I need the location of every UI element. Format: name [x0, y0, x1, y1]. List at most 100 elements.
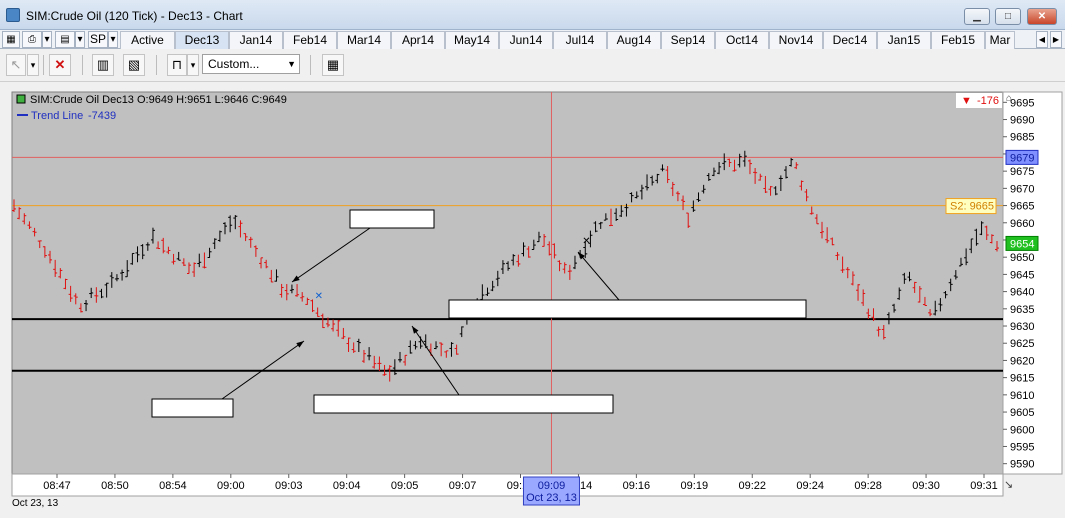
x-tick-label: 09:31 — [970, 480, 998, 492]
trend-line-value: -7439 — [88, 110, 116, 122]
y-tick-label: 9640 — [1010, 287, 1034, 299]
instrument-status-icon — [16, 94, 26, 104]
tab-jan14[interactable]: Jan14 — [229, 31, 283, 49]
x-tick-label: 08:54 — [159, 480, 187, 492]
annotation-box — [349, 209, 435, 229]
remove-drawings-icon[interactable]: ✕ — [49, 54, 71, 76]
buy-marker-icon: ✕ — [315, 291, 323, 302]
chart-style-dropdown[interactable]: Custom... ▼ — [202, 54, 300, 74]
y-tick-label: 9610 — [1010, 390, 1034, 402]
y-tick-label: 9645 — [1010, 269, 1034, 281]
price-chart[interactable]: 9590 9595 9600 9605 9610 9615 9620 9625 9630 9635… — [0, 82, 1065, 518]
x-tick-label: 09:03 — [275, 480, 303, 492]
y-tick-label: 9600 — [1010, 424, 1034, 436]
last-price-value: 9654 — [1010, 238, 1034, 250]
calendar-icon[interactable]: ▦ — [322, 54, 344, 76]
x-tick-label: 09:00 — [217, 480, 245, 492]
tab-oct14[interactable]: Oct14 — [715, 31, 769, 49]
pointer-chevron-icon[interactable]: ▾ — [27, 54, 39, 76]
price-marker-value: 9679 — [1010, 152, 1034, 164]
tab-nov14[interactable]: Nov14 — [769, 31, 823, 49]
y-tick-label: 9675 — [1010, 166, 1034, 178]
data-box-icon[interactable]: ▥ — [92, 54, 114, 76]
y-tick-label: 9625 — [1010, 338, 1034, 350]
window-title: SIM:Crude Oil (120 Tick) - Dec13 - Chart — [26, 9, 243, 23]
x-tick-label: 09:28 — [854, 480, 882, 492]
pnl-value: -176 — [977, 95, 999, 107]
instrument-tab-bar: ▦ ⎙ ▾ ▤ ▾ SP ▾ Active Dec13 Jan14 Feb14 Mar1… — [0, 30, 1065, 49]
pointer-icon[interactable]: ↖ — [6, 54, 26, 76]
trend-line-label: Trend Line — [31, 110, 83, 122]
y-tick-label: 9665 — [1010, 201, 1034, 213]
app-icon — [6, 8, 20, 22]
tab-scroll-right-icon[interactable]: ▶ — [1050, 31, 1062, 48]
y-tick-label: 9615 — [1010, 373, 1034, 385]
y-tick-label: 9685 — [1010, 132, 1034, 144]
chart-frame: 9590 9595 9600 9605 9610 9615 9620 9625 9630 9635… — [0, 82, 1065, 518]
instrument-selector[interactable]: SP — [88, 31, 108, 48]
x-tick-label: 08:50 — [101, 480, 129, 492]
pnl-down-arrow-icon: ▼ — [961, 95, 972, 107]
tab-jun14[interactable]: Jun14 — [499, 31, 553, 49]
annotation-box — [151, 398, 234, 418]
instrument-chevron-icon[interactable]: ▾ — [108, 31, 118, 48]
minimize-button[interactable]: ▁ — [964, 8, 990, 25]
print-icon[interactable]: ⎙ — [22, 31, 42, 48]
tab-sep14[interactable]: Sep14 — [661, 31, 715, 49]
tab-feb15[interactable]: Feb15 — [931, 31, 985, 49]
resize-corner-icon: ↘ — [1004, 479, 1013, 491]
x-tick-label: 09:16 — [623, 480, 651, 492]
tab-aug14[interactable]: Aug14 — [607, 31, 661, 49]
y-tick-label: 9695 — [1010, 97, 1034, 109]
tab-dec14[interactable]: Dec14 — [823, 31, 877, 49]
x-tick-label: 09:07 — [449, 480, 477, 492]
tab-mar[interactable]: Mar — [985, 31, 1015, 49]
tab-feb14[interactable]: Feb14 — [283, 31, 337, 49]
tab-jul14[interactable]: Jul14 — [553, 31, 607, 49]
s2-label: S2: 9665 — [950, 201, 994, 213]
tab-dec13[interactable]: Dec13 — [175, 31, 229, 49]
chart-toolbar: ↖ ▾ ✕ ▥ ▧ ⊓ ▾ ▦ — [0, 49, 1065, 82]
properties-icon[interactable]: ▦ — [2, 31, 20, 48]
crosshair-time: 09:09 — [538, 480, 566, 492]
maximize-button[interactable]: □ — [995, 8, 1021, 25]
book-menu-chevron-icon[interactable]: ▾ — [75, 31, 85, 48]
x-tick-label: 09:30 — [912, 480, 940, 492]
chevron-down-icon: ▼ — [287, 59, 296, 69]
chart-style-value: Custom... — [208, 57, 260, 71]
y-tick-label: 9630 — [1010, 321, 1034, 333]
y-tick-label: 9690 — [1010, 115, 1034, 127]
x-tick-label: 09:19 — [681, 480, 709, 492]
bar-type-icon[interactable]: ⊓ — [167, 54, 187, 76]
y-tick-label: 9650 — [1010, 252, 1034, 264]
y-tick-label: 9635 — [1010, 304, 1034, 316]
tab-active[interactable]: Active — [120, 31, 175, 49]
print-menu-chevron-icon[interactable]: ▾ — [42, 31, 52, 48]
y-tick-label: 9590 — [1010, 459, 1034, 471]
crosshair-date: Oct 23, 13 — [526, 492, 577, 504]
scale-lock-icon: ⌂ — [1006, 93, 1012, 104]
tab-mar14[interactable]: Mar14 — [337, 31, 391, 49]
tab-apr14[interactable]: Apr14 — [391, 31, 445, 49]
y-tick-label: 9605 — [1010, 407, 1034, 419]
close-button[interactable]: ✕ — [1027, 8, 1057, 25]
x-tick-label: 09:05 — [391, 480, 419, 492]
annotation-box — [448, 299, 807, 319]
title-bar: SIM:Crude Oil (120 Tick) - Dec13 - Chart… — [0, 0, 1065, 30]
sell-marker-icon: ✕ — [582, 236, 590, 247]
x-tick-label: 09:04 — [333, 480, 361, 492]
indicators-icon[interactable]: ▧ — [123, 54, 145, 76]
bar-type-chevron-icon[interactable]: ▾ — [187, 54, 199, 76]
x-tick-label: 09:24 — [796, 480, 824, 492]
y-tick-label: 9670 — [1010, 183, 1034, 195]
tab-scroll-left-icon[interactable]: ◀ — [1036, 31, 1048, 48]
y-tick-label: 9620 — [1010, 355, 1034, 367]
y-tick-label: 9595 — [1010, 441, 1034, 453]
y-tick-label: 9660 — [1010, 218, 1034, 230]
x-tick-label: 09:22 — [738, 480, 766, 492]
tab-may14[interactable]: May14 — [445, 31, 499, 49]
date-label: Oct 23, 13 — [12, 498, 59, 509]
book-icon[interactable]: ▤ — [55, 31, 75, 48]
x-tick-label: 08:47 — [43, 480, 71, 492]
tab-jan15[interactable]: Jan15 — [877, 31, 931, 49]
